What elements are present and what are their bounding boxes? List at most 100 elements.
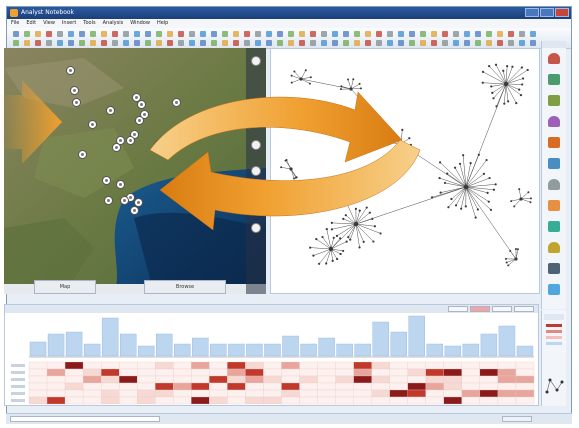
maximize-button[interactable] (540, 8, 554, 17)
minimize-button[interactable] (525, 8, 539, 17)
toolbar-tool-icon[interactable] (211, 40, 217, 46)
toolbar-tool-icon[interactable] (266, 31, 272, 37)
toolbar-tool-icon[interactable] (145, 31, 151, 37)
map-pin-icon[interactable] (112, 143, 121, 152)
toolbar-tool-icon[interactable] (13, 31, 19, 37)
toolbar-tool-icon[interactable] (277, 40, 283, 46)
toolbar-tool-icon[interactable] (233, 31, 239, 37)
toolbar-tool-icon[interactable] (299, 31, 305, 37)
toolbar-tool-icon[interactable] (464, 31, 470, 37)
person-icon[interactable] (548, 53, 560, 64)
map-pin-icon[interactable] (104, 196, 113, 205)
menu-item[interactable]: Tools (83, 19, 95, 28)
toolbar-tool-icon[interactable] (409, 40, 415, 46)
toolbar-tool-icon[interactable] (376, 31, 382, 37)
toolbar-tool-icon[interactable] (354, 31, 360, 37)
toolbar-tool-icon[interactable] (145, 40, 151, 46)
map-pin-icon[interactable] (78, 150, 87, 159)
close-button[interactable] (555, 8, 569, 17)
toolbar-tool-icon[interactable] (178, 40, 184, 46)
toolbar-tool-icon[interactable] (211, 31, 217, 37)
toolbar-tool-icon[interactable] (508, 31, 514, 37)
toolbar-tool-icon[interactable] (79, 40, 85, 46)
menu-item[interactable]: File (11, 19, 19, 28)
menu-item[interactable]: Help (157, 19, 168, 28)
layer-button[interactable] (251, 140, 261, 150)
toolbar-tool-icon[interactable] (431, 40, 437, 46)
house-icon[interactable] (548, 95, 560, 106)
bank-icon[interactable] (548, 221, 560, 232)
group-icon[interactable] (548, 74, 560, 85)
toolbar-tool-icon[interactable] (266, 40, 272, 46)
map-pin-icon[interactable] (66, 66, 75, 75)
toolbar-tool-icon[interactable] (68, 40, 74, 46)
toolbar-tool-icon[interactable] (46, 31, 52, 37)
toolbar-tool-icon[interactable] (508, 40, 514, 46)
toolbar-tool-icon[interactable] (519, 31, 525, 37)
menu-item[interactable]: Insert (62, 19, 76, 28)
tab-map[interactable]: Map (34, 280, 96, 294)
toolbar-tool-icon[interactable] (35, 40, 41, 46)
menu-item[interactable]: View (43, 19, 55, 28)
toolbar-tool-icon[interactable] (442, 40, 448, 46)
toolbar-tool-icon[interactable] (90, 31, 96, 37)
toolbar-tool-icon[interactable] (24, 40, 30, 46)
toolbar-tool-icon[interactable] (453, 31, 459, 37)
toolbar-tool-icon[interactable] (123, 40, 129, 46)
toolbar-tool-icon[interactable] (442, 31, 448, 37)
toolbar-tool-icon[interactable] (420, 40, 426, 46)
toolbar-tool-icon[interactable] (299, 40, 305, 46)
menu-item[interactable]: Window (130, 19, 150, 28)
toolbar-tool-icon[interactable] (321, 40, 327, 46)
toolbar-tool-icon[interactable] (365, 40, 371, 46)
map-pin-icon[interactable] (172, 98, 181, 107)
map-pin-icon[interactable] (106, 106, 115, 115)
document-icon[interactable] (548, 158, 560, 169)
toolbar-tool-icon[interactable] (387, 40, 393, 46)
toolbar-tool-icon[interactable] (57, 31, 63, 37)
toolbar-tool-icon[interactable] (244, 40, 250, 46)
toolbar-tool-icon[interactable] (464, 40, 470, 46)
timeline-bars-button[interactable] (492, 306, 512, 312)
map-pin-icon[interactable] (154, 140, 163, 149)
toolbar-tool-icon[interactable] (497, 31, 503, 37)
toolbar-tool-icon[interactable] (101, 31, 107, 37)
map-pin-icon[interactable] (120, 196, 129, 205)
network-graph[interactable] (270, 48, 540, 294)
toolbar-tool-icon[interactable] (134, 40, 140, 46)
map-view[interactable]: Map Browse (4, 48, 266, 294)
zoom-out-button[interactable] (251, 223, 261, 233)
toolbar-tool-icon[interactable] (288, 31, 294, 37)
tab-browse[interactable]: Browse (144, 280, 226, 294)
toolbar-tool-icon[interactable] (46, 40, 52, 46)
toolbar-tool-icon[interactable] (486, 40, 492, 46)
toolbar-tool-icon[interactable] (365, 31, 371, 37)
toolbar-tool-icon[interactable] (112, 31, 118, 37)
toolbar-tool-icon[interactable] (200, 40, 206, 46)
toolbar-tool-icon[interactable] (277, 31, 283, 37)
map-pin-icon[interactable] (137, 100, 146, 109)
toolbar-tool-icon[interactable] (35, 31, 41, 37)
select-button[interactable] (251, 188, 261, 198)
car-icon[interactable] (548, 116, 560, 127)
toolbar-tool-icon[interactable] (68, 31, 74, 37)
toolbar-tool-icon[interactable] (398, 40, 404, 46)
zoom-in-button[interactable] (251, 56, 261, 66)
toolbar-tool-icon[interactable] (13, 40, 19, 46)
link-icon[interactable] (548, 200, 560, 211)
toolbar-tool-icon[interactable] (233, 40, 239, 46)
toolbar-tool-icon[interactable] (255, 31, 261, 37)
toolbar-tool-icon[interactable] (156, 40, 162, 46)
toolbar-tool-icon[interactable] (178, 31, 184, 37)
toolbar-tool-icon[interactable] (101, 40, 107, 46)
toolbar-tool-icon[interactable] (343, 40, 349, 46)
toolbar-tool-icon[interactable] (310, 31, 316, 37)
toolbar-tool-icon[interactable] (519, 40, 525, 46)
toolbar-tool-icon[interactable] (497, 40, 503, 46)
toolbar-tool-icon[interactable] (79, 31, 85, 37)
toolbar-tool-icon[interactable] (90, 40, 96, 46)
timeline-options-button[interactable] (514, 306, 534, 312)
map-pin-icon[interactable] (72, 98, 81, 107)
menu-item[interactable]: Analysis (103, 19, 124, 28)
toolbar-tool-icon[interactable] (332, 31, 338, 37)
